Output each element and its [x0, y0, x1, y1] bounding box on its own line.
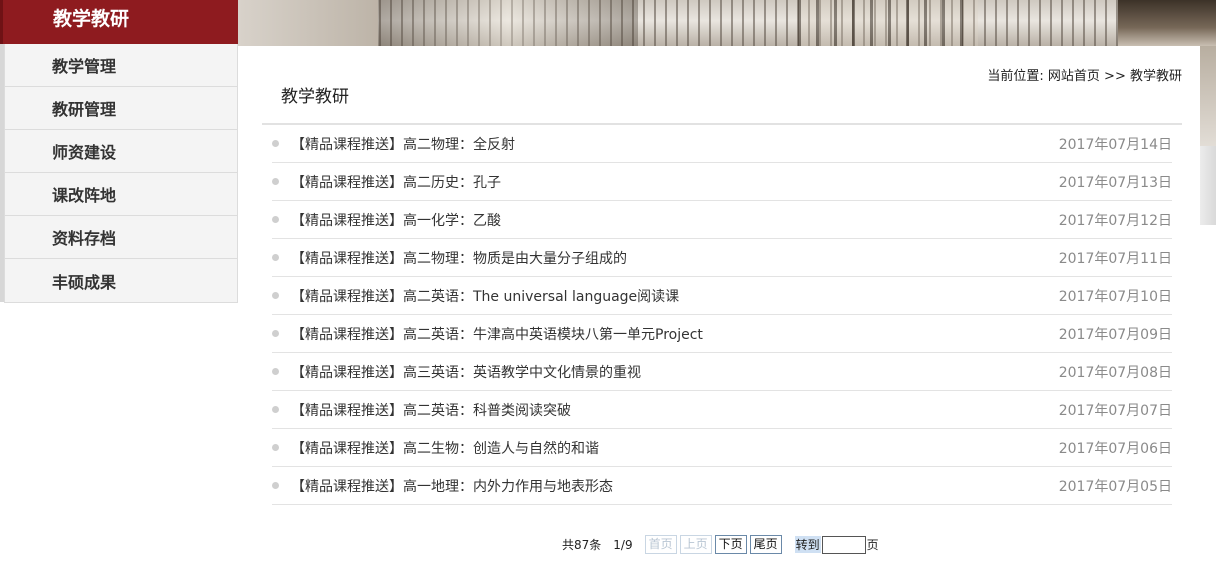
- article-date: 2017年07月11日: [1058, 250, 1172, 267]
- page-title: 教学教研: [281, 87, 349, 107]
- bullet-icon: [272, 254, 279, 261]
- article-title-link[interactable]: 【精品课程推送】高二历史：孔子: [291, 172, 1059, 192]
- first-page-button[interactable]: 首页: [644, 535, 677, 554]
- article-title-link[interactable]: 【精品课程推送】高二物理：全反射: [291, 134, 1059, 154]
- sidebar-item-label: 丰硕成果: [52, 272, 117, 292]
- bullet-icon: [272, 368, 279, 375]
- next-page-button[interactable]: 下页: [714, 535, 747, 554]
- list-item[interactable]: 【精品课程推送】高二物理：物质是由大量分子组成的 2017年07月11日: [272, 239, 1172, 277]
- bullet-icon: [272, 178, 279, 185]
- bullet-icon: [272, 216, 279, 223]
- article-date: 2017年07月12日: [1058, 212, 1172, 229]
- prev-page-button[interactable]: 上页: [679, 535, 712, 554]
- article-title-link[interactable]: 【精品课程推送】高一地理：内外力作用与地表形态: [291, 476, 1059, 496]
- total-count: 共87条: [562, 538, 602, 552]
- article-date: 2017年07月06日: [1058, 440, 1172, 457]
- bullet-icon: [272, 330, 279, 337]
- article-list: 【精品课程推送】高二物理：全反射 2017年07月14日 【精品课程推送】高二历史…: [272, 125, 1172, 505]
- article-title-link[interactable]: 【精品课程推送】高二英语：The universal language阅读课: [291, 286, 1059, 306]
- article-title-link[interactable]: 【精品课程推送】高三英语：英语教学中文化情景的重视: [291, 362, 1059, 382]
- sidebar-item-label: 资料存档: [52, 229, 117, 248]
- article-title-link[interactable]: 【精品课程推送】高二英语：牛津高中英语模块八第一单元Project: [291, 324, 1059, 344]
- sidebar-item-label: 课改阵地: [52, 186, 117, 205]
- list-item[interactable]: 【精品课程推送】高三英语：英语教学中文化情景的重视 2017年07月08日: [272, 353, 1172, 391]
- list-item[interactable]: 【精品课程推送】高二历史：孔子 2017年07月13日: [272, 163, 1172, 201]
- sidebar-item-label: 教研管理: [52, 100, 117, 119]
- article-date: 2017年07月07日: [1058, 402, 1172, 419]
- breadcrumb: 当前位置: 网站首页 >> 教学教研: [987, 65, 1182, 84]
- goto-page-input[interactable]: [821, 535, 866, 554]
- goto-label: 转到: [794, 536, 821, 553]
- bullet-icon: [272, 292, 279, 299]
- sidebar-item-achievements[interactable]: 丰硕成果: [5, 259, 237, 302]
- article-date: 2017年07月08日: [1058, 364, 1172, 381]
- article-date: 2017年07月10日: [1058, 288, 1172, 305]
- page-indicator: 1/9: [613, 537, 633, 552]
- list-item[interactable]: 【精品课程推送】高二物理：全反射 2017年07月14日: [272, 125, 1172, 163]
- header-banner-image: [238, 0, 1216, 46]
- bullet-icon: [272, 140, 279, 147]
- article-date: 2017年07月05日: [1058, 478, 1172, 495]
- last-page-button[interactable]: 尾页: [749, 535, 782, 554]
- sidebar-item-teaching-management[interactable]: 教学管理: [5, 44, 237, 87]
- sidebar-title: 教学教研: [53, 8, 130, 30]
- list-item[interactable]: 【精品课程推送】高二英语：科普类阅读突破 2017年07月07日: [272, 391, 1172, 429]
- list-item[interactable]: 【精品课程推送】高一地理：内外力作用与地表形态 2017年07月05日: [272, 467, 1172, 505]
- sidebar-menu: 教学管理 教研管理 师资建设 课改阵地 资料存档 丰硕成果: [4, 44, 238, 303]
- breadcrumb-separator: >>: [1104, 69, 1126, 84]
- list-item[interactable]: 【精品课程推送】高二英语：The universal language阅读课 20…: [272, 277, 1172, 315]
- sidebar-item-label: 教学管理: [52, 57, 117, 76]
- pagination: 共87条 1/9 首页 上页 下页 尾页 转到 页: [562, 535, 879, 554]
- breadcrumb-home-link[interactable]: 网站首页: [1048, 69, 1100, 84]
- bullet-icon: [272, 482, 279, 489]
- bullet-icon: [272, 444, 279, 451]
- list-item[interactable]: 【精品课程推送】高二生物：创造人与自然的和谐 2017年07月06日: [272, 429, 1172, 467]
- article-title-link[interactable]: 【精品课程推送】高二英语：科普类阅读突破: [291, 400, 1059, 420]
- article-title-link[interactable]: 【精品课程推送】高一化学：乙酸: [291, 210, 1059, 230]
- page-unit-label: 页: [866, 538, 879, 552]
- article-date: 2017年07月13日: [1058, 174, 1172, 191]
- article-title-link[interactable]: 【精品课程推送】高二物理：物质是由大量分子组成的: [291, 248, 1059, 268]
- sidebar-item-archive[interactable]: 资料存档: [5, 216, 237, 259]
- article-title-link[interactable]: 【精品课程推送】高二生物：创造人与自然的和谐: [291, 438, 1059, 458]
- sidebar-item-faculty[interactable]: 师资建设: [5, 130, 237, 173]
- bullet-icon: [272, 406, 279, 413]
- breadcrumb-prefix: 当前位置:: [987, 69, 1044, 84]
- list-item[interactable]: 【精品课程推送】高二英语：牛津高中英语模块八第一单元Project 2017年07…: [272, 315, 1172, 353]
- sidebar-header: 教学教研: [0, 0, 238, 44]
- breadcrumb-current: 教学教研: [1129, 69, 1182, 84]
- article-date: 2017年07月09日: [1058, 326, 1172, 343]
- article-date: 2017年07月14日: [1058, 136, 1172, 153]
- sidebar-item-research-management[interactable]: 教研管理: [5, 87, 237, 130]
- right-edge-blank: [1200, 225, 1216, 561]
- sidebar-item-label: 师资建设: [52, 143, 117, 162]
- sidebar-item-curriculum-reform[interactable]: 课改阵地: [5, 173, 237, 216]
- list-item[interactable]: 【精品课程推送】高一化学：乙酸 2017年07月12日: [272, 201, 1172, 239]
- right-edge-image: [1200, 46, 1216, 146]
